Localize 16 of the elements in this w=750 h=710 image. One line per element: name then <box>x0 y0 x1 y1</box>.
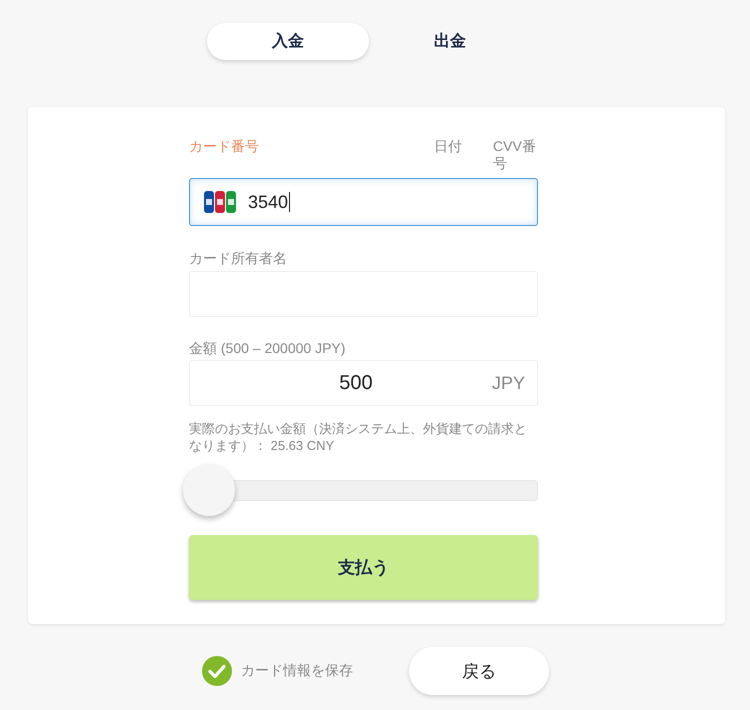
field-label: カード番号 <box>189 138 260 156</box>
checkbox-icon[interactable] <box>202 656 232 686</box>
field-label: CVV番号 <box>493 138 537 173</box>
back-button[interactable]: 戻る <box>409 647 549 695</box>
field-label: カード所有者名 <box>189 250 288 268</box>
pay-button[interactable]: 支払う <box>189 535 538 600</box>
amount-field[interactable]: 500 JPY <box>189 360 538 406</box>
currency-label: JPY <box>492 372 525 394</box>
save-card-label: カード情報を保存 <box>241 662 353 680</box>
tab[interactable]: 出金 <box>369 23 531 60</box>
card-brand-icon <box>204 191 236 213</box>
payment-note: 実際のお支払い金額（決済システム上、外貨建ての請求となります）： 25.63 CNY <box>189 420 527 455</box>
tab[interactable]: 入金 <box>207 23 369 60</box>
card-number-field[interactable]: 3540 <box>189 178 538 226</box>
field-label: 金額 (500 – 200000 JPY) <box>189 340 346 358</box>
field-label: 日付 <box>434 138 463 156</box>
